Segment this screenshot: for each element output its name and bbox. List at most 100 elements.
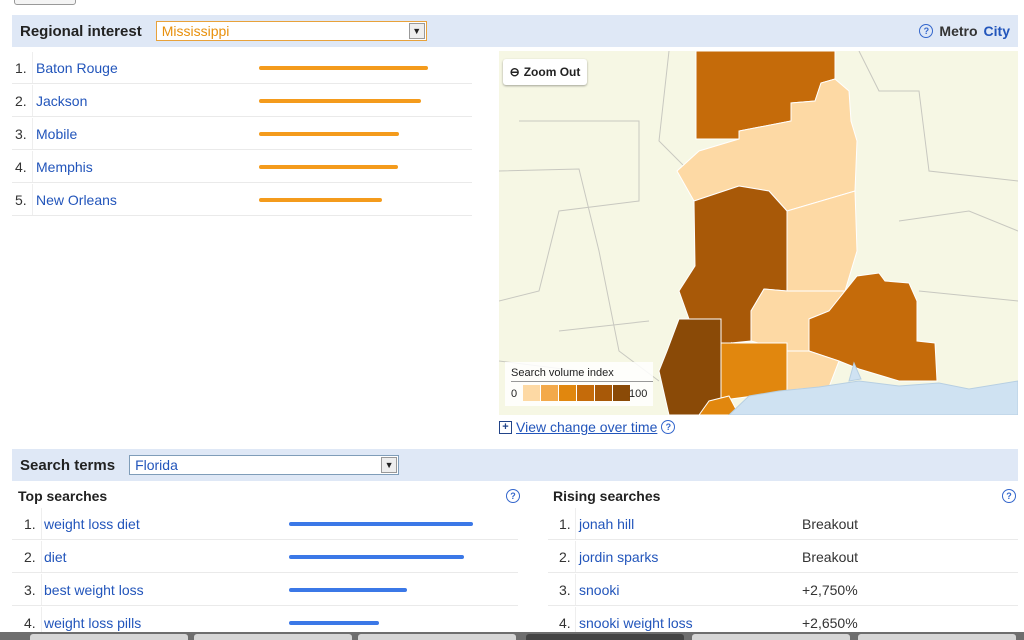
region-map[interactable] bbox=[499, 51, 1018, 415]
city-link[interactable]: Jackson bbox=[36, 93, 87, 109]
help-icon[interactable]: ? bbox=[1002, 489, 1016, 503]
city-link[interactable]: Memphis bbox=[36, 159, 93, 175]
bottom-tab[interactable] bbox=[358, 634, 516, 640]
rank-number: 1. bbox=[15, 59, 27, 76]
volume-bar bbox=[259, 66, 428, 70]
legend-swatch bbox=[523, 385, 541, 401]
divider bbox=[41, 574, 42, 605]
change-value: Breakout bbox=[802, 548, 859, 565]
bottom-tab[interactable] bbox=[30, 634, 188, 640]
rank-number: 4. bbox=[559, 614, 571, 631]
zoom-out-button[interactable]: ⊖ Zoom Out bbox=[503, 59, 587, 85]
change-value: +2,650% bbox=[802, 614, 858, 631]
legend-max: 100 bbox=[629, 388, 648, 400]
bottom-tab[interactable] bbox=[526, 634, 684, 640]
city-link[interactable]: Baton Rouge bbox=[36, 60, 118, 76]
rank-number: 2. bbox=[15, 92, 27, 109]
bottom-tab[interactable] bbox=[858, 634, 1016, 640]
search-term-link[interactable]: jordin sparks bbox=[579, 549, 658, 565]
search-terms-select[interactable]: Florida ▼ bbox=[129, 455, 400, 475]
search-terms-header: Search terms Florida ▼ bbox=[12, 449, 1018, 481]
bottom-tab[interactable] bbox=[692, 634, 850, 640]
rank-number: 4. bbox=[24, 614, 36, 631]
divider bbox=[32, 52, 33, 83]
search-terms-title: Search terms bbox=[20, 456, 116, 474]
table-row: 2. diet bbox=[12, 541, 518, 573]
top-searches-title: Top searches bbox=[18, 488, 108, 504]
map-panel[interactable]: ⊖ Zoom Out Search volume index 0 100 bbox=[499, 51, 1018, 415]
search-term-link[interactable]: diet bbox=[44, 549, 67, 565]
divider bbox=[32, 184, 33, 215]
top-button-edge bbox=[14, 0, 76, 5]
volume-bar bbox=[259, 99, 421, 103]
list-item: 4. Memphis bbox=[12, 151, 472, 183]
search-term-link[interactable]: jonah hill bbox=[579, 516, 634, 532]
regional-interest-title: Regional interest bbox=[20, 22, 142, 40]
list-item: 2. Jackson bbox=[12, 85, 472, 117]
volume-bar bbox=[289, 621, 379, 625]
table-row: 3. best weight loss bbox=[12, 574, 518, 606]
rank-number: 3. bbox=[559, 581, 571, 598]
chevron-down-icon[interactable]: ▼ bbox=[408, 23, 425, 39]
divider bbox=[575, 541, 576, 572]
list-item: 3. Mobile bbox=[12, 118, 472, 150]
rank-number: 5. bbox=[15, 191, 27, 208]
search-terms-select-value: Florida bbox=[135, 457, 178, 473]
volume-bar bbox=[289, 522, 473, 526]
table-row: 3. snooki +2,750% bbox=[548, 574, 1018, 606]
volume-bar bbox=[289, 555, 464, 559]
city-link[interactable]: New Orleans bbox=[36, 192, 117, 208]
legend-swatch bbox=[559, 385, 577, 401]
search-term-link[interactable]: weight loss pills bbox=[44, 615, 141, 631]
help-icon[interactable]: ? bbox=[506, 489, 520, 503]
change-value: Breakout bbox=[802, 515, 859, 532]
rank-number: 1. bbox=[559, 515, 571, 532]
region-select[interactable]: Mississippi ▼ bbox=[155, 21, 427, 41]
map-legend: Search volume index 0 100 bbox=[505, 362, 653, 406]
city-link[interactable]: Mobile bbox=[36, 126, 77, 142]
change-value: +2,750% bbox=[802, 581, 858, 598]
legend-swatch bbox=[577, 385, 595, 401]
divider bbox=[41, 508, 42, 539]
list-item: 5. New Orleans bbox=[12, 184, 472, 216]
divider bbox=[32, 151, 33, 182]
rank-number: 3. bbox=[24, 581, 36, 598]
metro-label: Metro bbox=[939, 23, 978, 39]
divider bbox=[575, 574, 576, 605]
magnifier-minus-icon: ⊖ bbox=[509, 65, 520, 79]
table-row: 1. weight loss diet bbox=[12, 508, 518, 540]
rank-number: 2. bbox=[559, 548, 571, 565]
rank-number: 1. bbox=[24, 515, 36, 532]
plus-box-icon: + bbox=[499, 420, 512, 434]
volume-bar bbox=[259, 198, 382, 202]
help-icon[interactable]: ? bbox=[661, 420, 676, 434]
divider bbox=[32, 118, 33, 149]
rank-number: 2. bbox=[24, 548, 36, 565]
legend-swatches bbox=[523, 385, 631, 401]
chevron-down-icon[interactable]: ▼ bbox=[381, 457, 398, 473]
search-term-link[interactable]: snooki weight loss bbox=[579, 615, 693, 631]
search-term-link[interactable]: snooki bbox=[579, 582, 619, 598]
zoom-out-label: Zoom Out bbox=[523, 65, 581, 79]
rank-number: 3. bbox=[15, 125, 27, 142]
rising-searches-title: Rising searches bbox=[553, 488, 661, 504]
regional-interest-header: Regional interest Mississippi ▼ ? Metro … bbox=[12, 15, 1018, 47]
legend-swatch bbox=[541, 385, 559, 401]
list-item: 1. Baton Rouge bbox=[12, 52, 472, 84]
bottom-tab[interactable] bbox=[194, 634, 352, 640]
view-change-row[interactable]: + View change over time ? bbox=[499, 419, 676, 435]
view-change-link[interactable]: View change over time bbox=[516, 419, 657, 435]
divider bbox=[32, 85, 33, 116]
city-link[interactable]: City bbox=[984, 23, 1010, 39]
table-row: 2. jordin sparks Breakout bbox=[548, 541, 1018, 573]
search-term-link[interactable]: best weight loss bbox=[44, 582, 144, 598]
legend-swatch bbox=[595, 385, 613, 401]
help-icon[interactable]: ? bbox=[919, 24, 934, 38]
legend-title: Search volume index bbox=[511, 367, 614, 379]
search-term-link[interactable]: weight loss diet bbox=[44, 516, 140, 532]
table-row: 1. jonah hill Breakout bbox=[548, 508, 1018, 540]
region-select-value: Mississippi bbox=[161, 23, 230, 39]
volume-bar bbox=[259, 165, 398, 169]
legend-min: 0 bbox=[511, 388, 518, 400]
volume-bar bbox=[259, 132, 399, 136]
